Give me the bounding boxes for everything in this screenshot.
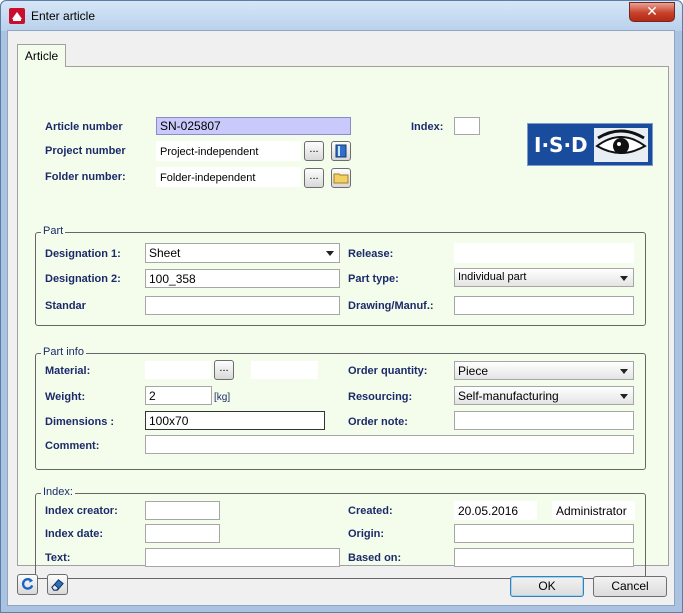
designation2-label: Designation 2: bbox=[45, 273, 121, 285]
eye-icon bbox=[594, 128, 648, 162]
based-on-label: Based on: bbox=[348, 552, 402, 564]
weight-field[interactable]: 2 bbox=[145, 386, 212, 405]
release-field[interactable] bbox=[454, 243, 634, 263]
close-icon: ✕ bbox=[646, 4, 658, 20]
isd-logo: I·S·D bbox=[527, 123, 653, 166]
folder-open-button[interactable] bbox=[331, 168, 351, 188]
dimensions-label: Dimensions : bbox=[45, 416, 115, 428]
index-creator-field[interactable] bbox=[145, 501, 220, 520]
article-number-field[interactable]: SN-025807 bbox=[156, 117, 351, 135]
part-type-dropdown[interactable]: Individual part bbox=[454, 268, 634, 287]
created-label: Created: bbox=[348, 505, 393, 517]
origin-field[interactable] bbox=[454, 524, 634, 543]
folder-number-label: Folder number: bbox=[45, 171, 126, 183]
drawing-field[interactable] bbox=[454, 296, 634, 315]
origin-label: Origin: bbox=[348, 528, 385, 540]
dimensions-field[interactable]: 100x70 bbox=[145, 411, 325, 430]
order-note-label: Order note: bbox=[348, 416, 408, 428]
refresh-icon bbox=[21, 577, 34, 590]
part-type-value: Individual part bbox=[458, 271, 527, 283]
index-label: Index: bbox=[411, 121, 444, 133]
designation1-label: Designation 1: bbox=[45, 248, 121, 260]
project-number-field[interactable]: Project-independent bbox=[156, 141, 301, 161]
standard-field[interactable] bbox=[145, 296, 340, 315]
designation2-field[interactable]: 100_358 bbox=[145, 269, 340, 288]
designation1-dropdown[interactable]: Sheet bbox=[145, 243, 340, 263]
title-bar[interactable]: Enter article ✕ bbox=[1, 1, 682, 31]
material-field[interactable] bbox=[145, 361, 211, 379]
close-button[interactable]: ✕ bbox=[629, 2, 675, 22]
index-group-title: Index: bbox=[41, 486, 75, 498]
index-text-label: Text: bbox=[45, 552, 71, 564]
book-icon bbox=[335, 144, 347, 158]
part-type-label: Part type: bbox=[348, 273, 399, 285]
material-browse-button[interactable]: ... bbox=[214, 360, 234, 380]
dialog-client-area: Article Article number SN-025807 Project… bbox=[7, 30, 675, 606]
chevron-down-icon bbox=[326, 251, 334, 256]
index-date-label: Index date: bbox=[45, 528, 104, 540]
order-quantity-value: Piece bbox=[458, 364, 489, 378]
index-text-field[interactable] bbox=[145, 548, 340, 567]
designation1-value: Sheet bbox=[149, 246, 181, 260]
order-quantity-dropdown[interactable]: Piece bbox=[454, 361, 634, 380]
created-date-field[interactable]: 20.05.2016 bbox=[454, 501, 537, 520]
order-quantity-label: Order quantity: bbox=[348, 365, 428, 377]
part-info-group-title: Part info bbox=[41, 346, 86, 358]
eraser-icon bbox=[51, 579, 64, 591]
window-title: Enter article bbox=[31, 9, 96, 23]
index-field[interactable] bbox=[454, 117, 480, 135]
based-on-field[interactable] bbox=[454, 548, 634, 567]
project-book-button[interactable] bbox=[331, 141, 351, 161]
release-label: Release: bbox=[348, 248, 394, 260]
ok-button[interactable]: OK bbox=[510, 576, 584, 597]
index-creator-label: Index creator: bbox=[45, 505, 118, 517]
order-note-field[interactable] bbox=[454, 411, 634, 430]
resourcing-value: Self-manufacturing bbox=[458, 389, 559, 403]
cancel-button[interactable]: Cancel bbox=[593, 576, 667, 597]
comment-field[interactable] bbox=[145, 435, 634, 454]
chevron-down-icon bbox=[620, 394, 628, 399]
drawing-label: Drawing/Manuf.: bbox=[348, 300, 434, 312]
standard-label: Standar bbox=[45, 300, 86, 312]
weight-unit: [kg] bbox=[214, 392, 231, 403]
project-browse-button[interactable]: ... bbox=[304, 141, 324, 161]
tab-article[interactable]: Article bbox=[17, 44, 66, 67]
folder-browse-button[interactable]: ... bbox=[304, 168, 324, 188]
material-label: Material: bbox=[45, 365, 91, 377]
logo-text: I·S·D bbox=[534, 133, 588, 157]
created-by-field[interactable]: Administrator bbox=[552, 501, 635, 520]
app-icon bbox=[9, 8, 25, 24]
folder-number-field[interactable]: Folder-independent bbox=[156, 167, 301, 187]
comment-label: Comment: bbox=[45, 440, 100, 452]
chevron-down-icon bbox=[620, 276, 628, 281]
article-number-label: Article number bbox=[45, 121, 123, 133]
weight-label: Weight: bbox=[45, 391, 86, 403]
resourcing-dropdown[interactable]: Self-manufacturing bbox=[454, 386, 634, 405]
eraser-button[interactable] bbox=[47, 574, 68, 595]
part-group-title: Part bbox=[41, 225, 66, 237]
folder-icon bbox=[333, 173, 349, 184]
index-date-field[interactable] bbox=[145, 524, 220, 543]
refresh-button[interactable] bbox=[17, 574, 38, 595]
project-number-label: Project number bbox=[45, 145, 126, 157]
chevron-down-icon bbox=[620, 369, 628, 374]
material-extra-field[interactable] bbox=[251, 361, 318, 379]
article-tab-panel: Article number SN-025807 Project number … bbox=[17, 66, 669, 579]
resourcing-label: Resourcing: bbox=[348, 391, 413, 403]
